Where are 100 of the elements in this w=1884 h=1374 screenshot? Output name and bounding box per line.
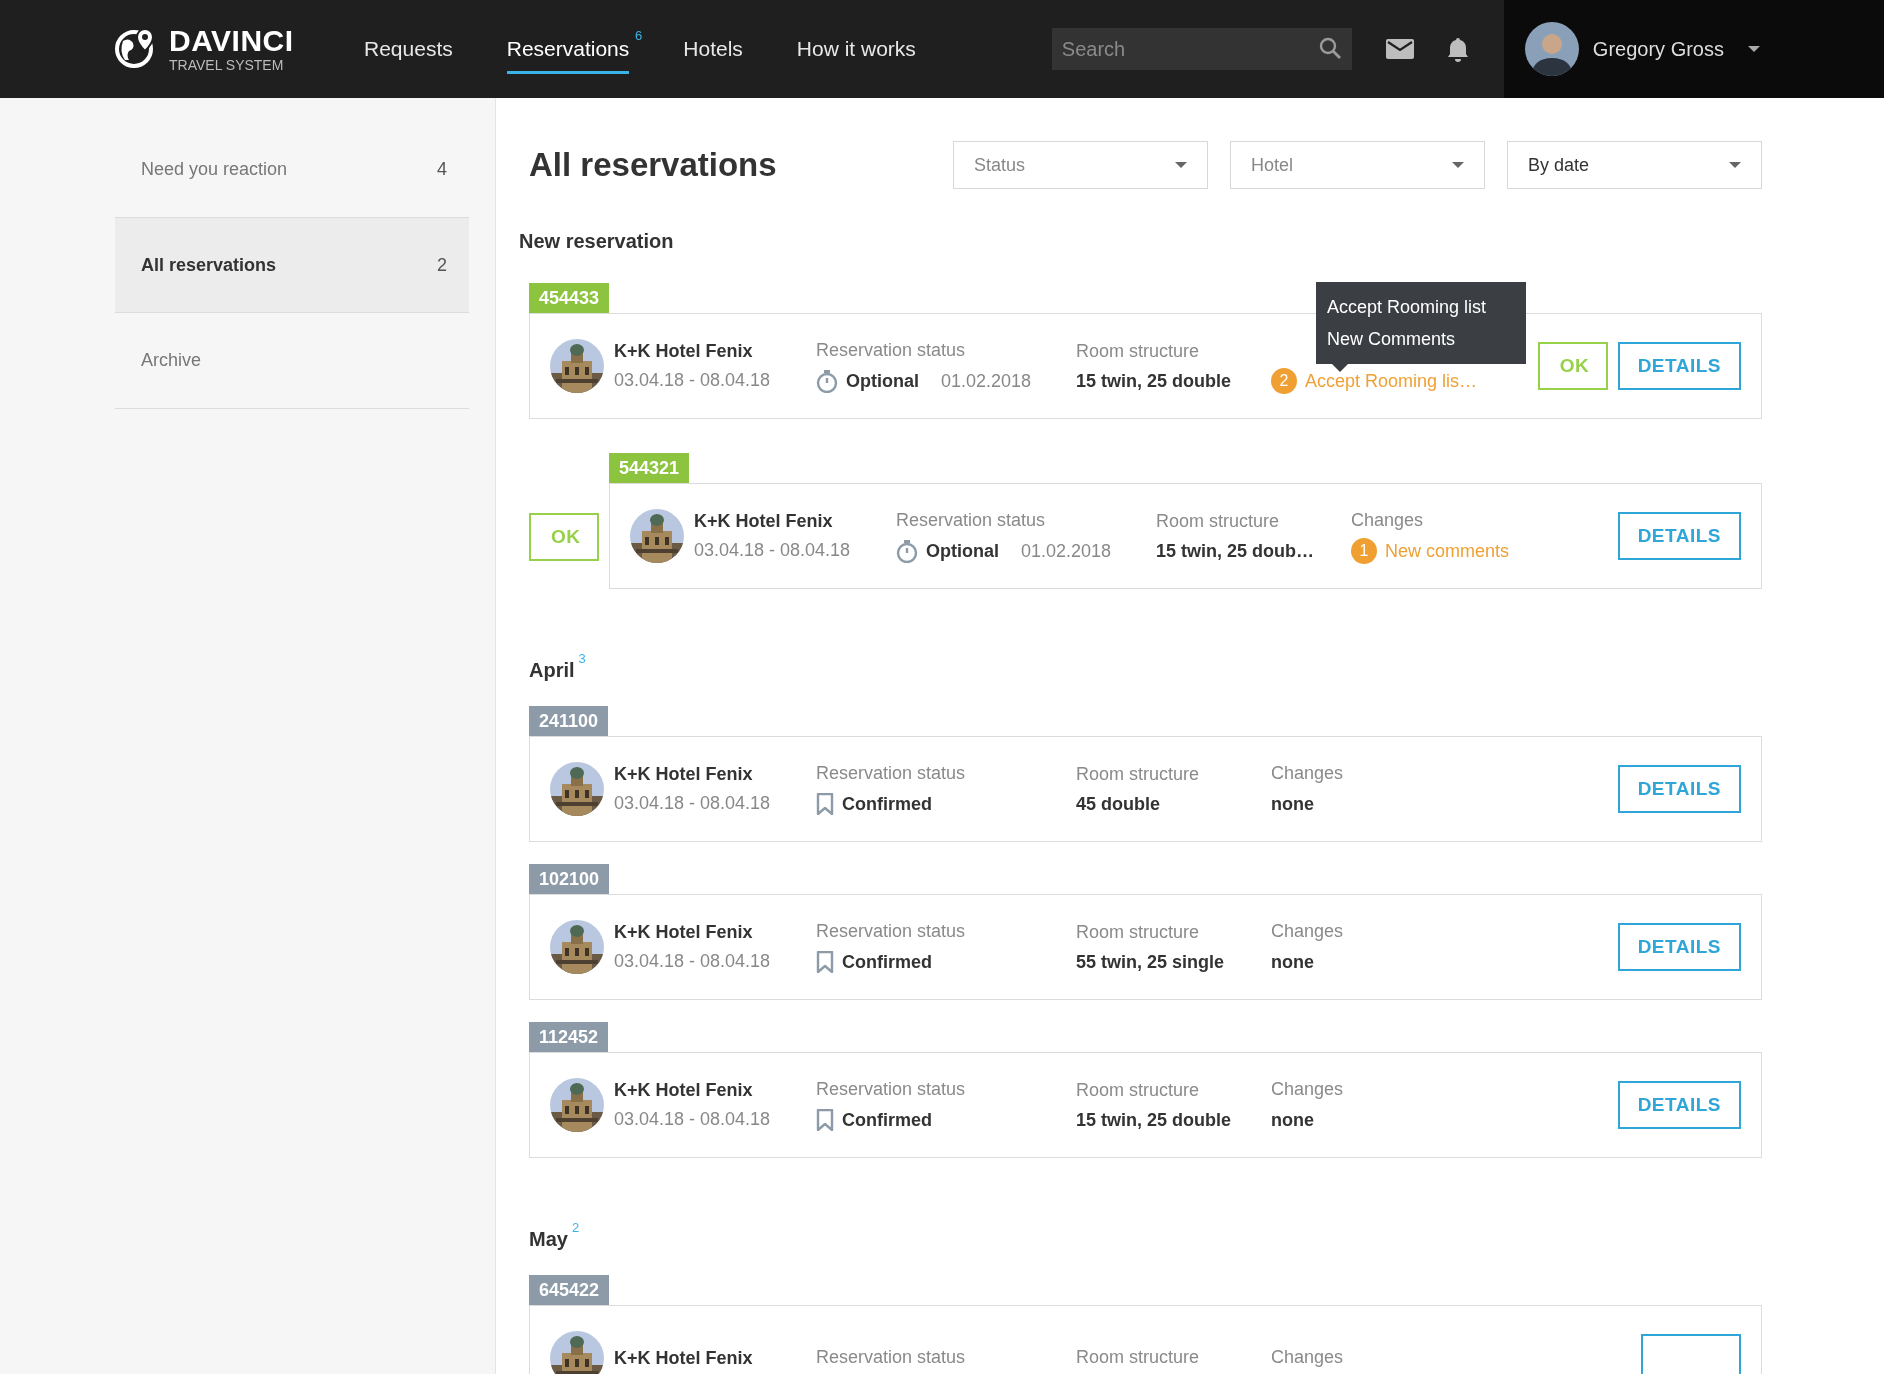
changes-link[interactable]: Accept Rooming lis…: [1305, 370, 1478, 392]
status-value: Confirmed: [842, 793, 932, 815]
stay-dates: 03.04.18 - 08.04.18: [614, 370, 772, 391]
nav-tab[interactable]: Hotels: [656, 0, 770, 98]
sidebar-item[interactable]: Archive: [115, 313, 469, 409]
field-label: Reservation status: [816, 921, 967, 943]
section-heading: New reservation: [519, 230, 675, 253]
caret-icon[interactable]: [1748, 46, 1760, 52]
status-value: Optional: [846, 370, 919, 392]
reservation-id-tag: 102100: [529, 864, 610, 894]
details-button[interactable]: DETAILS: [1617, 1081, 1741, 1129]
stay-dates: 03.04.18 - 08.04.18: [614, 793, 772, 814]
hotel-name: K+K Hotel Fenix: [614, 1347, 754, 1369]
user-name: Gregory Gross: [1592, 37, 1724, 61]
changes-value: none: [1271, 951, 1314, 973]
item-count: 2: [437, 254, 447, 276]
filter-dropdown[interactable]: By date: [1507, 141, 1762, 189]
details-button[interactable]: [1641, 1334, 1741, 1374]
stopwatch-icon: [896, 539, 918, 563]
count-badge: 1: [1351, 538, 1377, 564]
sidebar-item-label: Archive: [141, 350, 202, 371]
hotel-name: K+K Hotel Fenix: [614, 1080, 754, 1101]
field-label: Changes: [1271, 763, 1345, 785]
user-avatar-icon: [1524, 22, 1579, 76]
caret-icon: [1175, 162, 1187, 168]
field-label: Room structure: [1076, 1079, 1201, 1102]
sidebar-item[interactable]: All reservations 2: [115, 217, 469, 313]
reservation-id-tag: 241100: [529, 706, 609, 736]
hotel-name: K+K Hotel Fenix: [694, 511, 834, 532]
tooltip-item: New Comments: [1327, 328, 1457, 351]
status-date: 01.02.2018: [1021, 540, 1112, 562]
stay-dates: 03.04.18 - 08.04.18: [694, 540, 852, 561]
details-button[interactable]: DETAILS: [1617, 923, 1741, 971]
ok-button[interactable]: OK: [529, 513, 599, 561]
nav-tab[interactable]: How it works: [769, 0, 943, 98]
stay-dates: 03.04.18 - 08.04.18: [614, 1109, 772, 1130]
filter-dropdown[interactable]: Status: [953, 141, 1208, 189]
sidebar-item-label: Need you reaction: [141, 159, 288, 180]
stopwatch-icon: [816, 369, 838, 393]
status-value: Confirmed: [842, 1109, 932, 1131]
hotel-name: K+K Hotel Fenix: [614, 922, 754, 943]
field-label: Reservation status: [816, 763, 967, 785]
count-label: 2: [571, 1220, 580, 1235]
details-button[interactable]: DETAILS: [1617, 512, 1741, 560]
field-label: Changes: [1271, 921, 1345, 943]
nav-tab[interactable]: Reservations 6: [479, 0, 657, 98]
nav-tab[interactable]: Requests: [337, 0, 480, 98]
brand-tagline: TRAVEL SYSTEM: [169, 58, 285, 72]
filter-dropdown[interactable]: Hotel: [1230, 141, 1485, 189]
bell-icon[interactable]: [1447, 36, 1468, 62]
stay-dates: 03.04.18 - 08.04.18: [614, 951, 772, 972]
section-heading: May: [529, 1228, 568, 1251]
status-value: Optional: [926, 540, 999, 562]
details-button[interactable]: DETAILS: [1617, 765, 1741, 813]
count-label: 6: [635, 28, 643, 43]
field-label: Reservation status: [816, 1079, 967, 1101]
changes-link[interactable]: New comments: [1385, 540, 1510, 562]
mail-icon[interactable]: [1385, 39, 1414, 59]
hotel-name: K+K Hotel Fenix: [614, 341, 754, 362]
tooltip-item: Accept Rooming list: [1327, 296, 1488, 319]
status-date: 01.02.2018: [941, 370, 1032, 392]
reservation-id-tag: 454433: [529, 283, 610, 313]
room-structure: 15 twin, 25 doub…: [1156, 540, 1316, 562]
bookmark-icon: [816, 1109, 834, 1131]
search-icon: [1318, 37, 1342, 60]
field-label: Reservation status: [816, 1347, 967, 1369]
room-structure: 45 double: [1076, 793, 1161, 815]
room-structure: 15 twin, 25 double: [1076, 1109, 1233, 1131]
field-label: Reservation status: [816, 340, 967, 362]
brand-name: DAVINCI: [169, 26, 294, 56]
field-label: Changes: [1271, 1347, 1345, 1369]
ok-button[interactable]: OK: [1537, 342, 1608, 390]
section-heading: April: [529, 659, 575, 682]
reservation-id-tag: 544321: [609, 453, 690, 483]
field-label: Room structure: [1076, 763, 1201, 786]
field-label: Changes: [1271, 1079, 1345, 1101]
bookmark-icon: [816, 951, 834, 973]
details-button[interactable]: DETAILS: [1617, 342, 1741, 390]
field-label: Room structure: [1156, 510, 1281, 533]
count-label: 3: [578, 651, 586, 666]
room-structure: 15 twin, 25 double: [1076, 370, 1233, 392]
field-label: Room structure: [1076, 340, 1201, 363]
changes-value: none: [1271, 1109, 1314, 1131]
caret-icon: [1452, 162, 1464, 168]
status-value: Confirmed: [842, 951, 932, 973]
changes-value: none: [1271, 793, 1314, 815]
caret-icon: [1729, 162, 1741, 168]
item-count: 4: [437, 159, 447, 180]
room-structure: 55 twin, 25 single: [1076, 951, 1226, 973]
hotel-name: K+K Hotel Fenix: [614, 764, 754, 785]
sidebar-item-label: All reservations: [141, 254, 277, 276]
search-field[interactable]: Search: [1051, 28, 1352, 70]
reservation-id-tag: 112452: [529, 1022, 609, 1052]
field-label: Reservation status: [896, 510, 1047, 532]
page-title: All reservations: [529, 146, 778, 184]
field-label: Changes: [1351, 510, 1425, 532]
bookmark-icon: [816, 793, 834, 815]
field-label: Room structure: [1076, 1347, 1201, 1369]
count-badge: 2: [1271, 368, 1297, 394]
reservation-id-tag: 645422: [529, 1275, 610, 1305]
